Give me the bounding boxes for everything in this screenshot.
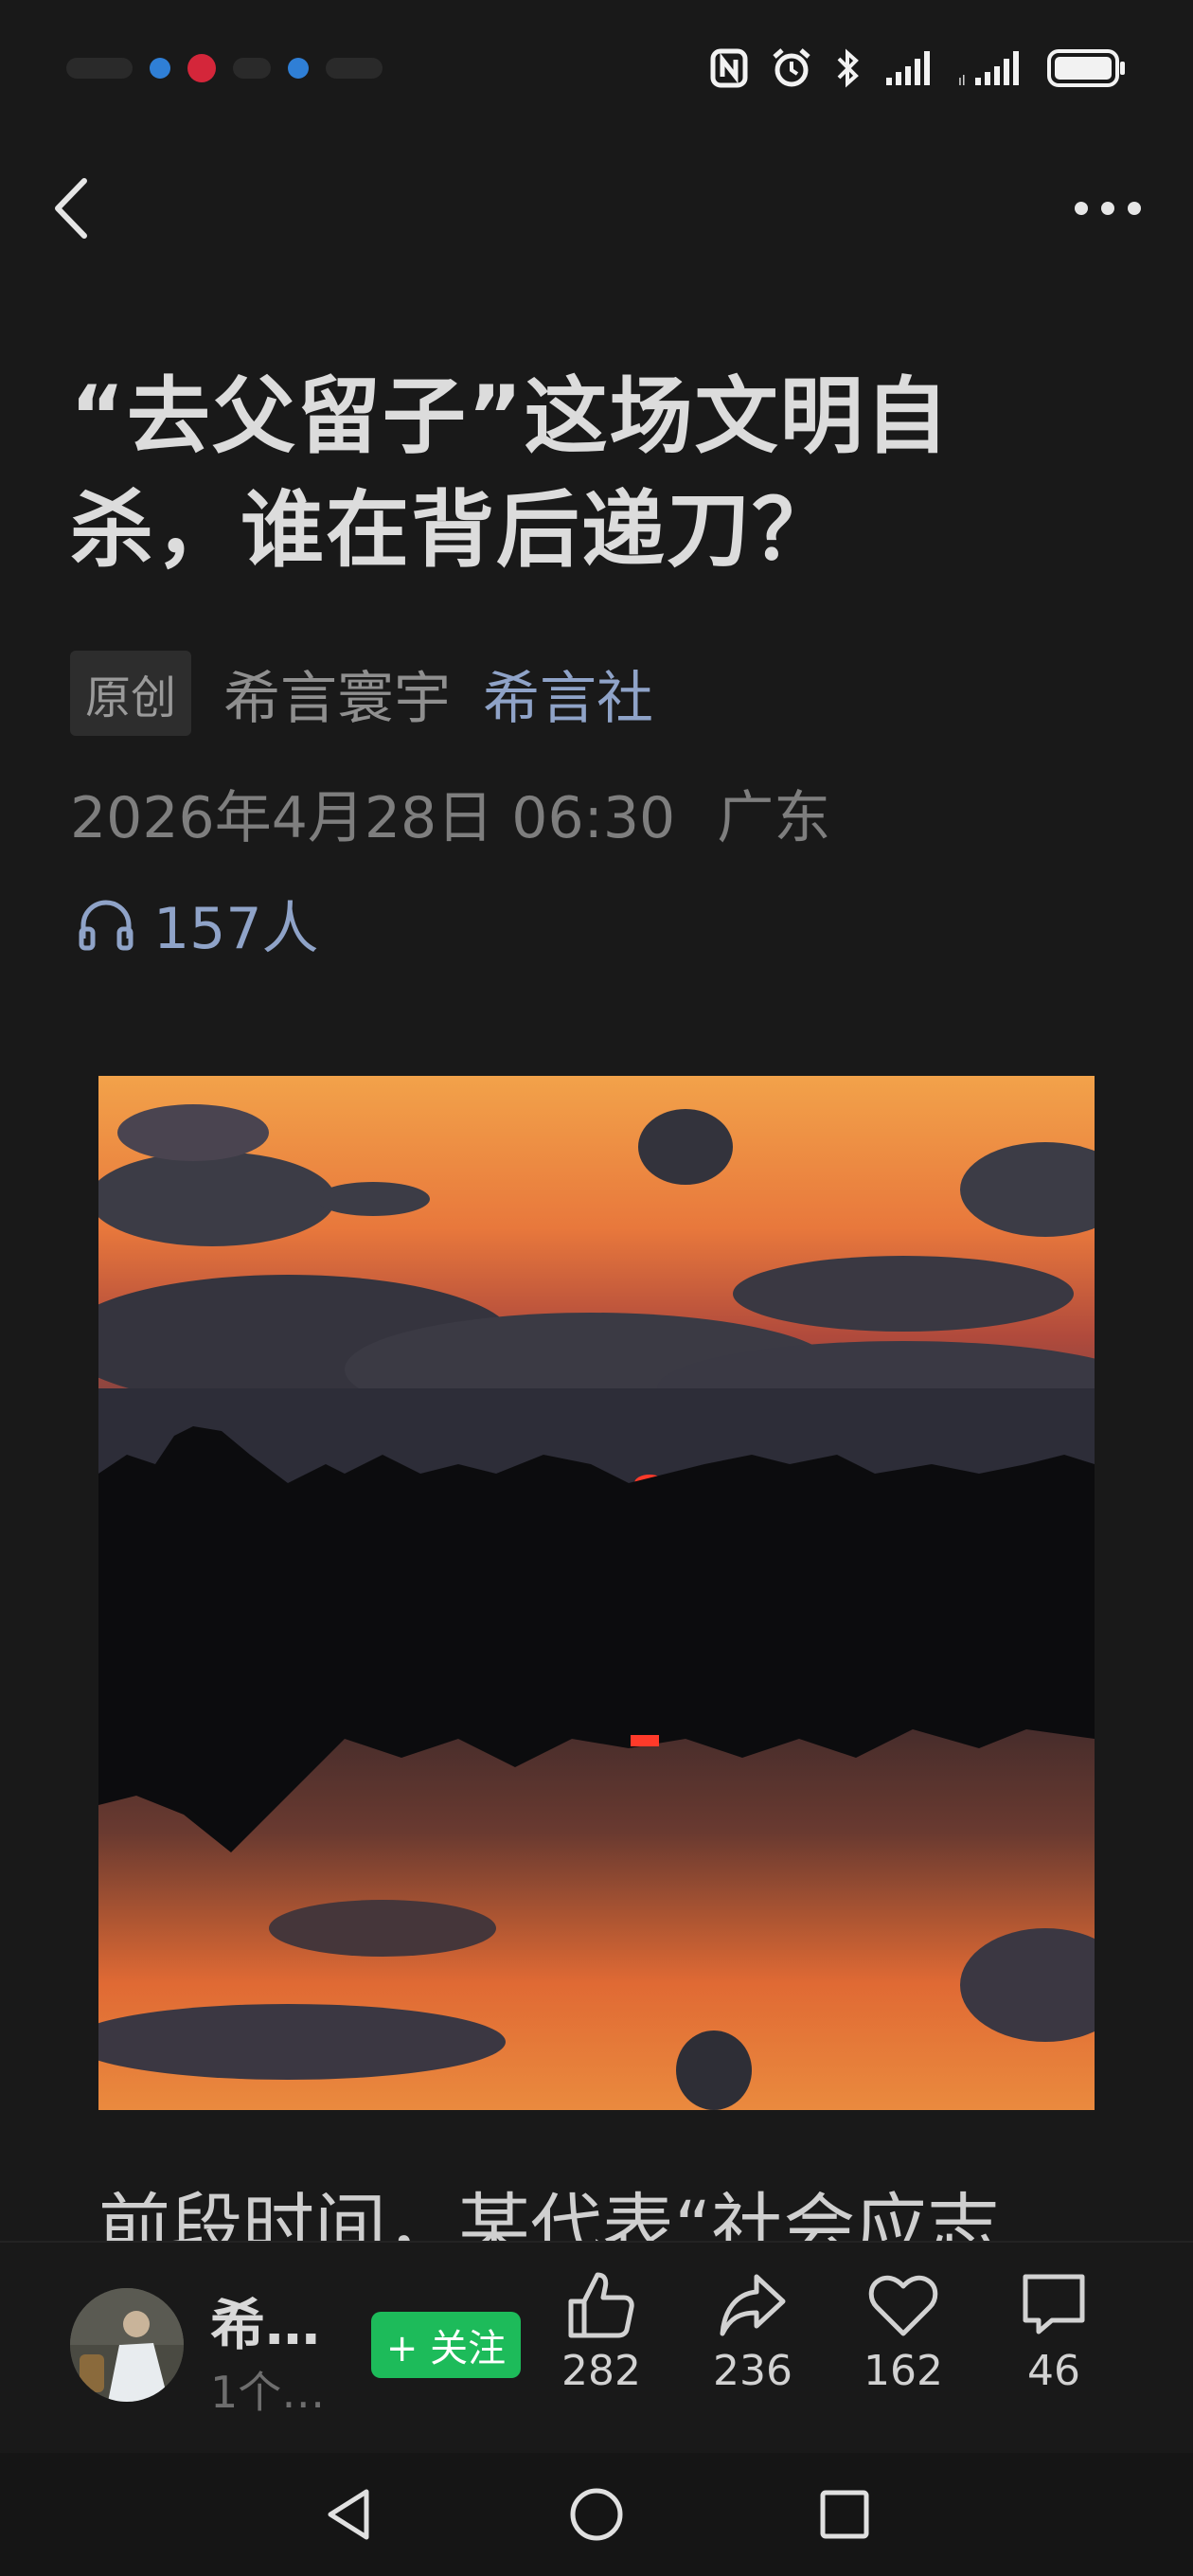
article-paragraph-peek: 前段时间，某代表“社会应志 — [98, 2183, 1140, 2242]
sunset-lake-image — [98, 1076, 1095, 2110]
bottom-author-name[interactable]: 希… — [210, 2281, 320, 2360]
favorite-count: 162 — [864, 2347, 943, 2395]
notification-dot-blue — [150, 58, 170, 79]
battery-icon — [1047, 49, 1125, 87]
bluetooth-icon — [837, 48, 859, 88]
status-bar-right: ıl — [710, 40, 1127, 97]
notification-dot-red — [187, 54, 216, 82]
follow-label: + 关注 — [385, 2327, 507, 2370]
comment-icon — [1023, 2274, 1085, 2334]
article-title-line-2: 杀，谁在背后递刀？ — [70, 481, 838, 579]
back-icon — [55, 178, 87, 239]
headphones-icon — [79, 900, 134, 951]
article-meta: 原创 希言寰宇 希言社 — [70, 651, 653, 736]
paragraph-text: 前段时间，某代表“社会应志 — [98, 2185, 1000, 2242]
original-tag: 原创 — [70, 651, 192, 736]
listen-button[interactable]: 157人 — [76, 886, 319, 962]
nav-home-button[interactable] — [549, 2472, 644, 2557]
listener-count: 157人 — [153, 895, 319, 962]
share-button[interactable]: 236 — [696, 2269, 810, 2421]
share-icon — [720, 2274, 786, 2336]
comment-button[interactable]: 46 — [997, 2269, 1111, 2421]
nav-recents-button[interactable] — [797, 2472, 892, 2557]
bottom-author-subtitle: 1个… — [210, 2367, 326, 2418]
nav-recents-icon — [820, 2490, 869, 2539]
author-avatar[interactable] — [70, 2288, 184, 2402]
publish-date: 2026年4月28日 06:30 — [70, 785, 676, 851]
status-bar-left — [66, 47, 398, 89]
account-link[interactable]: 希言社 — [483, 653, 653, 735]
avatar-image — [70, 2288, 184, 2402]
follow-button[interactable]: + 关注 — [371, 2312, 521, 2378]
share-count: 236 — [713, 2347, 792, 2395]
article-title-line-1: “去父留子”这场文明自 — [70, 367, 951, 465]
like-count: 282 — [561, 2347, 641, 2395]
like-button[interactable]: 282 — [544, 2269, 658, 2421]
back-button[interactable] — [38, 166, 104, 251]
thumbs-up-icon — [568, 2272, 634, 2338]
nav-back-icon — [328, 2489, 369, 2540]
signal-icon-1 — [886, 51, 930, 85]
comment-count: 46 — [1027, 2347, 1080, 2395]
nav-home-icon — [570, 2488, 623, 2541]
author-link[interactable]: 希言寰宇 — [223, 653, 451, 735]
signal-icon-2: ıl — [958, 51, 1019, 87]
notification-dot-blue-2 — [288, 58, 309, 79]
nav-back-button[interactable] — [301, 2472, 396, 2557]
article-image[interactable] — [98, 1076, 1095, 2110]
alarm-icon — [773, 48, 810, 87]
nfc-icon — [710, 48, 748, 88]
favorite-button[interactable]: 162 — [846, 2269, 960, 2421]
publish-location: 广东 — [717, 785, 831, 851]
heart-icon — [868, 2275, 938, 2336]
more-icon — [1075, 202, 1141, 215]
publish-info: 2026年4月28日 06:30 广东 — [70, 772, 830, 854]
svg-text:ıl: ıl — [958, 74, 966, 87]
more-options-button[interactable] — [1060, 170, 1155, 246]
article-title: “去父留子”这场文明自 杀，谁在背后递刀？ — [70, 360, 1017, 587]
